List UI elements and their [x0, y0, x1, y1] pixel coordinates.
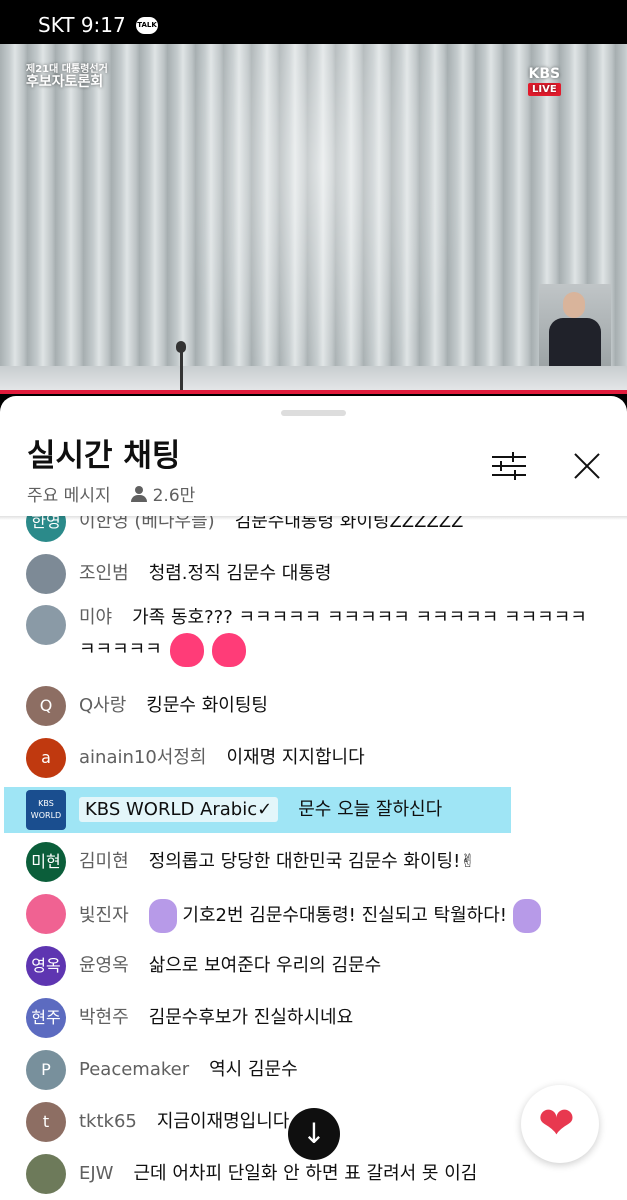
- chat-text: 삶으로 보여준다 우리의 김문수: [148, 955, 382, 976]
- live-badge: LIVE: [528, 83, 561, 96]
- avatar[interactable]: Q: [26, 686, 66, 726]
- kakaotalk-icon: TALK: [136, 17, 158, 34]
- chat-author[interactable]: 빛진자: [79, 905, 129, 926]
- viewer-count: 2.6만: [152, 486, 196, 506]
- heart-reaction-button[interactable]: ❤: [521, 1085, 599, 1163]
- waving-hand-emoji-icon: [169, 633, 204, 667]
- drag-handle[interactable]: [281, 410, 346, 416]
- carrier-time: SKT 9:17: [38, 13, 126, 37]
- chat-text: 지금이재명입니다: [156, 1111, 290, 1132]
- avatar[interactable]: 영옥: [26, 946, 66, 986]
- video-player[interactable]: 제21대 대통령선거 후보자토론회 KBS LIVE: [0, 44, 627, 394]
- chat-mode[interactable]: 주요 메시지: [27, 481, 111, 506]
- chat-text: 김문수후보가 진실하시네요: [148, 1007, 354, 1028]
- chat-author[interactable]: ainain10서정희: [79, 747, 206, 768]
- chat-author[interactable]: EJW: [79, 1163, 113, 1184]
- avatar[interactable]: P: [26, 1050, 66, 1090]
- chat-author[interactable]: Peacemaker: [79, 1059, 189, 1080]
- stage-light: [170, 44, 470, 394]
- person-icon: [130, 485, 147, 502]
- chat-author[interactable]: 조인범: [79, 563, 129, 584]
- program-line2: 후보자토론회: [26, 74, 104, 90]
- avatar[interactable]: [26, 605, 66, 645]
- heart-icon: ❤: [538, 1098, 575, 1149]
- chat-text: 가족 동호??? ㅋㅋㅋㅋㅋ ㅋㅋㅋㅋㅋ ㅋㅋㅋㅋㅋ ㅋㅋㅋㅋㅋ ㅋㅋㅋㅋㅋ: [79, 607, 587, 660]
- chat-author[interactable]: KBS WORLD Arabic: [85, 799, 257, 820]
- live-chat-panel: 실시간 채팅 주요 메시지 2.6만 한영 이한영 (베다우블) 김문수대통령 화…: [0, 396, 627, 1200]
- program-logo: 제21대 대통령선거 후보자토론회: [26, 64, 108, 90]
- chat-subheader: 주요 메시지 2.6만: [27, 481, 195, 506]
- filter-settings-icon[interactable]: [492, 452, 526, 480]
- chat-text: 문수 오늘 잘하신다: [298, 799, 443, 820]
- chat-text: 킹문수 화이팅팅: [146, 695, 268, 716]
- chat-text: 청렴.정직 김문수 대통령: [148, 563, 332, 584]
- chat-author[interactable]: 김미현: [79, 851, 129, 872]
- chat-author[interactable]: 미야: [79, 607, 112, 628]
- status-bar: SKT 9:17 TALK: [0, 0, 627, 44]
- sign-language-interpreter: [539, 284, 611, 366]
- microphone-stand: [176, 341, 186, 394]
- avatar[interactable]: t: [26, 1102, 66, 1142]
- chat-text: 기호2번 김문수대통령! 진실되고 탁월하다!: [182, 905, 507, 926]
- avatar[interactable]: [26, 1154, 66, 1194]
- channel-name: KBS: [528, 66, 561, 82]
- chat-text: 이재명 지지합니다: [226, 747, 365, 768]
- close-icon[interactable]: [573, 452, 601, 480]
- chat-title: 실시간 채팅: [27, 438, 181, 474]
- victory-hand-emoji-icon: [512, 899, 541, 933]
- chat-author[interactable]: 박현주: [79, 1007, 129, 1028]
- avatar[interactable]: 현주: [26, 998, 66, 1038]
- victory-hand-emoji-icon: [148, 899, 177, 933]
- scroll-down-button[interactable]: ↓: [288, 1108, 340, 1160]
- channel-logo: KBS LIVE: [528, 66, 561, 96]
- chat-author[interactable]: 윤영옥: [79, 955, 129, 976]
- chat-text: 정의롭고 당당한 대한민국 김문수 화이팅!✌: [148, 851, 476, 872]
- chat-text: 근데 어차피 단일화 안 하면 표 갈려서 못 이김: [133, 1163, 478, 1184]
- waving-hand-emoji-icon: [211, 633, 246, 667]
- chat-author[interactable]: tktk65: [79, 1111, 137, 1132]
- avatar[interactable]: 미현: [26, 842, 66, 882]
- kbs-world-avatar[interactable]: KBS WORLD: [26, 790, 66, 830]
- chat-text: 역시 김문수: [209, 1059, 298, 1080]
- chat-author-badge: KBS WORLD Arabic✓: [79, 797, 279, 822]
- avatar[interactable]: [26, 894, 66, 934]
- video-progress-bar[interactable]: [0, 390, 627, 394]
- verified-check-icon: ✓: [257, 799, 273, 820]
- avatar[interactable]: [26, 554, 66, 594]
- avatar[interactable]: a: [26, 738, 66, 778]
- chat-author[interactable]: Q사랑: [79, 695, 126, 716]
